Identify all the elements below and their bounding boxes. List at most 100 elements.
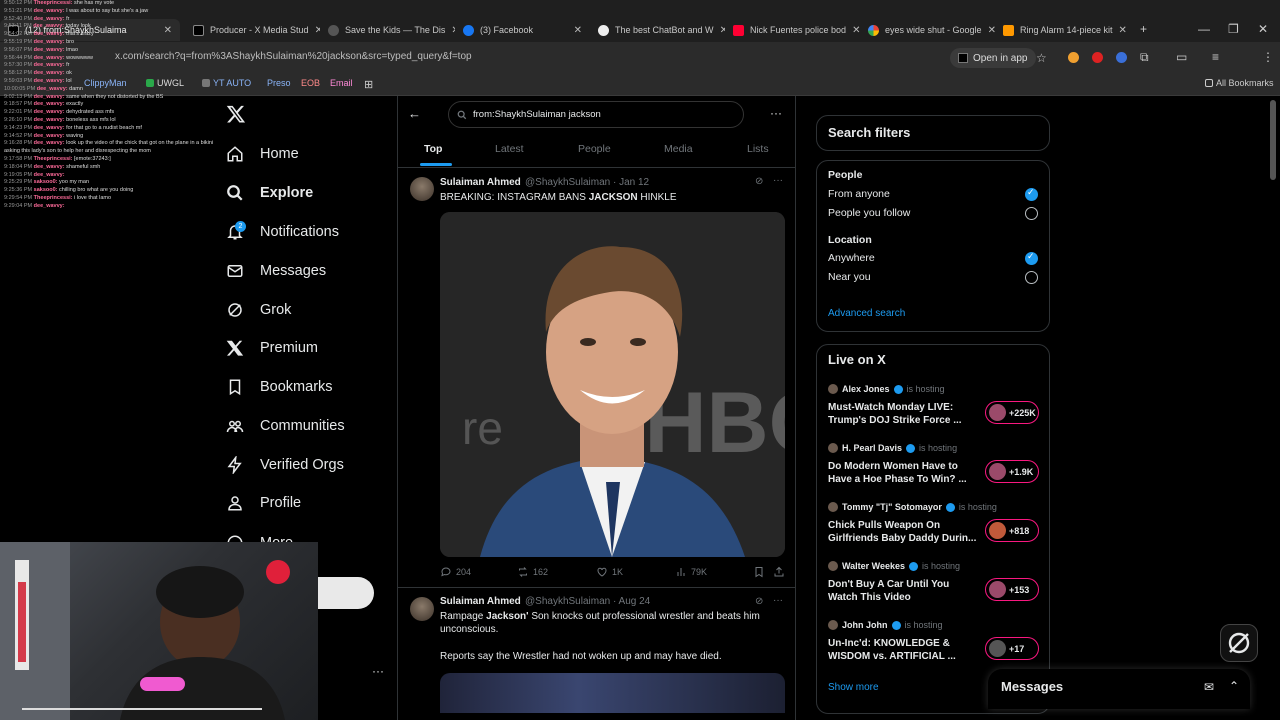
bookmark-star-icon[interactable]: ☆ xyxy=(1036,51,1047,65)
extension-icon[interactable] xyxy=(1092,52,1103,63)
tab-top[interactable]: Top xyxy=(424,143,442,155)
new-tab-icon[interactable]: + xyxy=(1140,22,1147,36)
close-tab-icon[interactable]: ✕ xyxy=(852,25,860,36)
share-button[interactable] xyxy=(773,566,785,578)
live-title[interactable]: Must-Watch Monday LIVE: Trump's DOJ Stri… xyxy=(828,401,978,427)
radio-from-anyone[interactable] xyxy=(1025,187,1038,201)
sidebar-icon[interactable]: ▭ xyxy=(1176,50,1187,64)
live-listeners-badge[interactable]: +153 xyxy=(985,578,1039,601)
x-app-icon xyxy=(958,53,968,63)
more-options-icon[interactable]: ··· xyxy=(773,595,783,606)
more-options-icon[interactable]: ··· xyxy=(770,106,782,120)
minimize-icon[interactable]: — xyxy=(1198,22,1210,36)
chat-message: 9:56:44 PM dee_wavvy: wowwwww xyxy=(4,55,244,63)
browser-tab[interactable]: Save the Kids — The Dis ✕ xyxy=(320,19,455,41)
chat-timestamp: 9:17:58 PM xyxy=(4,155,34,162)
filter-option-anywhere[interactable]: Anywhere xyxy=(828,252,875,264)
repost-button[interactable]: 162 xyxy=(517,566,548,578)
browser-tab[interactable]: Nick Fuentes police bod ✕ xyxy=(725,19,860,41)
like-button[interactable]: 1K xyxy=(596,566,623,578)
media-icon[interactable]: ≡ xyxy=(1212,50,1219,64)
show-more-link[interactable]: Show more xyxy=(828,682,879,693)
tweet-author-name[interactable]: Sulaiman Ahmed xyxy=(440,596,521,607)
close-tab-icon[interactable]: ✕ xyxy=(988,25,995,36)
nav-grok[interactable]: Grok xyxy=(226,297,291,323)
all-bookmarks-button[interactable]: All Bookmarks xyxy=(1205,78,1274,88)
grok-floating-button[interactable] xyxy=(1220,624,1258,662)
bookmark-item[interactable]: Preso xyxy=(267,78,291,88)
heart-icon xyxy=(597,567,607,577)
live-title[interactable]: Chick Pulls Weapon On Girlfriends Baby D… xyxy=(828,519,978,545)
more-options-icon[interactable]: ··· xyxy=(773,175,783,186)
compose-message-icon[interactable]: ✉ xyxy=(1204,680,1214,694)
messages-dock-title[interactable]: Messages xyxy=(1001,679,1063,694)
tab-media[interactable]: Media xyxy=(664,143,693,155)
browser-tab[interactable]: eyes wide shut - Google ✕ xyxy=(860,19,995,41)
scrollbar[interactable] xyxy=(1270,100,1276,180)
bookmark-item[interactable]: EOB xyxy=(301,78,320,88)
nav-premium[interactable]: Premium xyxy=(226,335,318,361)
extension-icon[interactable] xyxy=(1116,52,1127,63)
live-host[interactable]: H. Pearl Davis is hosting xyxy=(828,443,957,453)
close-tab-icon[interactable]: ✕ xyxy=(574,25,582,36)
live-title[interactable]: Un-Inc'd: KNOWLEDGE & WISDOM vs. ARTIFIC… xyxy=(828,637,978,663)
live-host[interactable]: Tommy "Tj" Sotomayor is hosting xyxy=(828,502,997,512)
tab-lists[interactable]: Lists xyxy=(747,143,769,155)
expand-up-icon[interactable]: ⌃ xyxy=(1229,679,1239,693)
reply-button[interactable]: 204 xyxy=(440,566,471,578)
puzzle-icon[interactable]: ⧉ xyxy=(1140,50,1149,65)
search-input[interactable]: from:ShaykhSulaiman jackson xyxy=(448,101,744,128)
chat-text: exactly xyxy=(66,101,84,108)
bookmark-button[interactable] xyxy=(753,566,765,578)
chat-timestamp: 9:54:02 PM xyxy=(4,31,34,38)
radio-near-you[interactable] xyxy=(1025,271,1038,284)
bookmark-item[interactable]: Email xyxy=(330,78,353,88)
browser-tab[interactable]: (3) Facebook ✕ xyxy=(455,19,590,41)
tweet-handle[interactable]: @ShaykhSulaiman · Aug 24 xyxy=(525,596,650,607)
live-host[interactable]: John John is hosting xyxy=(828,620,943,630)
filter-option-near-you[interactable]: Near you xyxy=(828,271,871,283)
grok-icon[interactable]: ⊘ xyxy=(755,176,763,187)
maximize-icon[interactable]: ❐ xyxy=(1228,22,1239,36)
nav-messages[interactable]: Messages xyxy=(226,258,326,284)
live-host[interactable]: Alex Jones is hosting xyxy=(828,384,945,394)
avatar[interactable] xyxy=(410,597,434,621)
filter-option-from-anyone[interactable]: From anyone xyxy=(828,188,890,200)
tweet-handle[interactable]: @ShaykhSulaiman · Jan 12 xyxy=(525,177,649,188)
grok-icon[interactable]: ⊘ xyxy=(755,596,763,607)
views-button[interactable]: 79K xyxy=(675,566,707,578)
nav-verified-orgs[interactable]: Verified Orgs xyxy=(226,452,344,478)
post-button[interactable] xyxy=(318,577,374,609)
views-icon xyxy=(677,568,685,576)
tweet-image[interactable]: HBO re xyxy=(440,212,785,557)
browser-tab[interactable]: Ring Alarm 14-piece kit ✕ xyxy=(995,19,1130,41)
advanced-search-link[interactable]: Advanced search xyxy=(828,308,905,319)
nav-bookmarks[interactable]: Bookmarks xyxy=(226,374,333,400)
avatar[interactable] xyxy=(410,177,434,201)
tweet-video-thumbnail[interactable] xyxy=(440,673,785,713)
open-in-app-button[interactable]: Open in app xyxy=(950,48,1036,68)
radio-anywhere[interactable] xyxy=(1025,251,1038,265)
nav-communities[interactable]: Communities xyxy=(226,413,345,439)
tab-people[interactable]: People xyxy=(578,143,611,155)
browser-tab[interactable]: The best ChatBot and W ✕ xyxy=(590,19,725,41)
live-host[interactable]: Walter Weekes is hosting xyxy=(828,561,960,571)
nav-profile[interactable]: Profile xyxy=(226,490,301,516)
tweet-author-name[interactable]: Sulaiman Ahmed xyxy=(440,177,521,188)
kebab-menu-icon[interactable]: ⋮ xyxy=(1262,50,1274,64)
close-window-icon[interactable]: ✕ xyxy=(1258,22,1268,36)
live-listeners-badge[interactable]: +225K xyxy=(985,401,1039,424)
live-title[interactable]: Do Modern Women Have to Have a Hoe Phase… xyxy=(828,460,978,486)
radio-people-you-follow[interactable] xyxy=(1025,207,1038,220)
filter-option-people-you-follow[interactable]: People you follow xyxy=(828,207,910,219)
account-menu-icon[interactable]: ··· xyxy=(372,664,384,678)
extension-icon[interactable] xyxy=(1068,52,1079,63)
back-arrow-icon[interactable]: ← xyxy=(408,106,421,121)
tab-latest[interactable]: Latest xyxy=(495,143,524,155)
live-listeners-badge[interactable]: +818 xyxy=(985,519,1039,542)
live-listeners-badge[interactable]: +1.9K xyxy=(985,460,1039,483)
apps-grid-icon[interactable]: ⊞ xyxy=(364,78,373,91)
live-title[interactable]: Don't Buy A Car Until You Watch This Vid… xyxy=(828,578,978,604)
live-listeners-badge[interactable]: +17 xyxy=(985,637,1039,660)
close-tab-icon[interactable]: ✕ xyxy=(1119,25,1127,36)
